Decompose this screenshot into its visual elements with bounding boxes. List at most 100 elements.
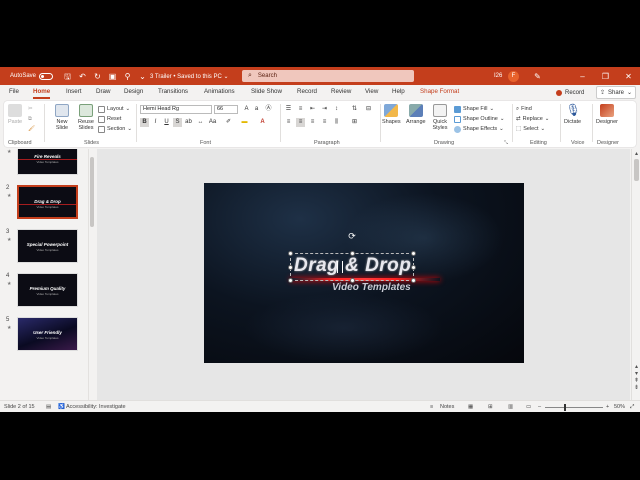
- save-icon[interactable]: 🖫: [63, 72, 72, 81]
- align-text-icon[interactable]: ⊟: [364, 105, 373, 114]
- share-button[interactable]: ⇪ Share ⌄: [596, 86, 636, 99]
- bold-button[interactable]: B: [140, 118, 149, 127]
- line-spacing-icon[interactable]: ↕: [332, 105, 341, 114]
- restore-icon[interactable]: ❐: [601, 67, 610, 85]
- increase-indent-icon[interactable]: ⇥: [320, 105, 329, 114]
- reuse-slides-button[interactable]: Reuse Slides: [76, 104, 96, 131]
- reading-view-icon[interactable]: ▥: [508, 404, 513, 410]
- shape-effects-button[interactable]: Shape Effects ⌄: [454, 125, 504, 133]
- slide-thumbnail-2[interactable]: Drag & Drop Video Templates: [17, 185, 78, 219]
- tab-file[interactable]: File: [9, 88, 19, 95]
- customize-icon[interactable]: ⌄: [138, 72, 147, 81]
- zoom-slider-knob[interactable]: [564, 404, 566, 411]
- resize-handle[interactable]: [350, 251, 355, 256]
- resize-handle[interactable]: [411, 278, 416, 283]
- font-size-select[interactable]: 66: [214, 105, 238, 114]
- tab-animations[interactable]: Animations: [204, 88, 235, 95]
- numbering-icon[interactable]: ≡: [296, 105, 305, 114]
- slide-thumbnail-5[interactable]: User Friendly Video Templates: [17, 317, 78, 351]
- close-icon[interactable]: ✕: [624, 67, 633, 85]
- rotate-icon[interactable]: ⟳: [347, 231, 357, 241]
- zoom-out-icon[interactable]: –: [538, 404, 541, 410]
- avatar[interactable]: F: [508, 67, 519, 85]
- zoom-slider[interactable]: [545, 404, 603, 411]
- fit-to-window-icon[interactable]: ⤢: [630, 404, 634, 411]
- reset-button[interactable]: Reset: [98, 115, 121, 123]
- normal-view-icon[interactable]: ▦: [468, 404, 473, 410]
- shape-fill-button[interactable]: Shape Fill ⌄: [454, 105, 494, 113]
- designer-button[interactable]: Designer: [596, 104, 618, 125]
- tab-design[interactable]: Design: [124, 88, 143, 95]
- tab-transitions[interactable]: Transitions: [158, 88, 188, 95]
- record-button[interactable]: Record: [556, 86, 594, 99]
- italic-button[interactable]: I: [151, 118, 160, 127]
- align-right-icon[interactable]: ≡: [308, 118, 317, 127]
- scroll-up-icon[interactable]: ▴: [632, 363, 640, 370]
- decrease-font-size-icon[interactable]: a: [252, 105, 261, 114]
- search-input[interactable]: ⌕ Search: [242, 70, 414, 82]
- highlight-icon[interactable]: ✐: [224, 118, 233, 127]
- new-slide-button[interactable]: New Slide: [52, 104, 72, 131]
- justify-icon[interactable]: ≡: [320, 118, 329, 127]
- tab-shape-format[interactable]: Shape Format: [420, 88, 459, 95]
- scroll-up-icon[interactable]: ▴: [632, 150, 640, 157]
- cut-icon[interactable]: ✂: [28, 105, 33, 113]
- slideshow-icon[interactable]: ▭: [526, 404, 531, 410]
- tab-home[interactable]: Home: [33, 88, 51, 99]
- zoom-level[interactable]: 50%: [614, 404, 625, 410]
- next-slide-icon[interactable]: ⇟: [632, 384, 640, 391]
- text-direction-icon[interactable]: ⇅: [350, 105, 359, 114]
- find-button[interactable]: ⌕ Find: [516, 105, 532, 113]
- align-center-icon[interactable]: ≡: [296, 118, 305, 127]
- section-button[interactable]: Section ⌄: [98, 125, 132, 133]
- resize-handle[interactable]: [350, 278, 355, 283]
- slide-subtitle-text[interactable]: Video Templates: [332, 282, 411, 293]
- selection-box[interactable]: [290, 253, 414, 281]
- accessibility-status[interactable]: Accessibility: Investigate: [66, 404, 126, 410]
- pin-icon[interactable]: ⚲: [123, 72, 132, 81]
- slide-thumbnail-4[interactable]: Premium Quality Video Templates: [17, 273, 78, 307]
- resize-handle[interactable]: [411, 265, 416, 270]
- dictate-button[interactable]: 🎙 Dictate: [564, 104, 581, 126]
- shadow-button[interactable]: S: [173, 118, 182, 127]
- columns-icon[interactable]: ⫼: [332, 118, 341, 127]
- resize-handle[interactable]: [288, 278, 293, 283]
- scrollbar-thumb[interactable]: [90, 157, 94, 227]
- font-color-icon[interactable]: A: [258, 118, 267, 127]
- resize-handle[interactable]: [288, 251, 293, 256]
- copy-icon[interactable]: ⧉: [28, 115, 32, 123]
- change-case-icon[interactable]: Aa: [208, 118, 217, 127]
- highlight-color-icon[interactable]: ▬: [240, 118, 249, 127]
- redo-icon[interactable]: ↻: [93, 72, 102, 81]
- quick-styles-button[interactable]: Quick Styles: [430, 104, 450, 131]
- replace-button[interactable]: ⇄ Replace ⌄: [516, 115, 549, 123]
- format-painter-icon[interactable]: 🖌: [28, 125, 35, 133]
- bullets-icon[interactable]: ☰: [284, 105, 293, 114]
- present-icon[interactable]: ▣: [108, 72, 117, 81]
- pen-icon[interactable]: ✎: [533, 67, 542, 85]
- dialog-launcher-icon[interactable]: ⤡: [504, 140, 508, 146]
- scrollbar-thumb[interactable]: [634, 159, 639, 181]
- strikethrough-button[interactable]: ab: [184, 118, 193, 127]
- resize-handle[interactable]: [288, 265, 293, 270]
- shapes-button[interactable]: Shapes: [382, 104, 401, 125]
- layout-button[interactable]: Layout ⌄: [98, 105, 130, 113]
- slide-sorter-icon[interactable]: ⊞: [488, 404, 493, 410]
- arrange-button[interactable]: Arrange: [406, 104, 426, 125]
- underline-button[interactable]: U: [162, 118, 171, 127]
- slide-thumbnail-3[interactable]: Special Powerpoint Video Templates: [17, 229, 78, 263]
- previous-slide-icon[interactable]: ⇞: [632, 377, 640, 384]
- tab-record[interactable]: Record: [297, 88, 317, 95]
- paste-button[interactable]: Paste: [8, 104, 22, 125]
- increase-font-size-icon[interactable]: A: [242, 105, 251, 114]
- spelling-icon[interactable]: ▤: [46, 404, 51, 410]
- document-title[interactable]: 3 Trailer • Saved to this PC ⌄: [150, 67, 229, 85]
- slide-thumbnail-1[interactable]: Fire Reveals Video Templates: [17, 149, 78, 175]
- resize-handle[interactable]: [411, 251, 416, 256]
- scroll-down-icon[interactable]: ▾: [632, 370, 640, 377]
- character-spacing-icon[interactable]: ↔: [196, 118, 205, 127]
- autosave[interactable]: AutoSave: [10, 67, 54, 85]
- current-slide[interactable]: Drag & Drop Video Templates ⟳: [204, 183, 524, 363]
- tab-review[interactable]: Review: [331, 88, 351, 95]
- undo-icon[interactable]: ↶: [78, 72, 87, 81]
